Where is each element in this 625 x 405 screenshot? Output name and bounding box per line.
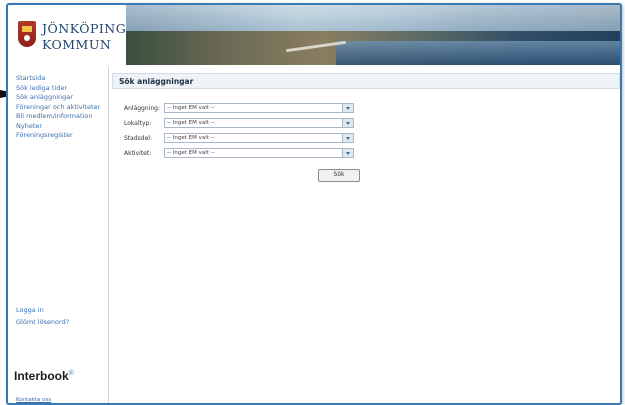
sidebar-item-lediga-tider[interactable]: Sök lediga tider [16,84,104,93]
sidebar: Startsida Sök lediga tider Sök anläggnin… [8,67,109,403]
chevron-down-icon[interactable] [342,119,353,127]
stadsdel-value: -- Inget EM valt -- [167,135,215,141]
interbook-logo: Interbook® [14,369,74,383]
lokaltyp-select[interactable]: -- Inget EM valt -- [164,118,354,128]
logo-text-line2: KOMMUN [42,37,112,52]
login-links: Logga in Glömt lösenord? [8,306,104,330]
brand-registered-mark: ® [68,370,74,377]
coat-of-arms-icon [18,21,36,47]
app-window: JÖNKÖPINGS KOMMUN Startsida Sök lediga t… [6,3,622,405]
search-button[interactable]: Sök [318,169,360,182]
sidebar-item-medlem[interactable]: Bli medlem/information [16,112,104,121]
city-banner-image [126,5,620,65]
logo-text-line1: JÖNKÖPINGS [42,21,136,36]
aktivitet-label: Aktivitet: [124,150,152,157]
forgot-password-link[interactable]: Glömt lösenord? [16,318,104,327]
sidebar-item-foreningsregister[interactable]: Föreningsregister [16,131,104,140]
sidebar-item-nyheter[interactable]: Nyheter [16,122,104,131]
chevron-down-icon[interactable] [342,134,353,142]
chevron-down-icon[interactable] [342,104,353,112]
stadsdel-label: Stadsdel: [124,135,152,142]
page-title: Sök anläggningar [119,77,194,86]
sidebar-item-anlaggningar[interactable]: Sök anläggningar [16,93,104,102]
sidebar-item-startsida[interactable]: Startsida [16,74,104,83]
lokaltyp-value: -- Inget EM valt -- [167,120,215,126]
login-link[interactable]: Logga in [16,306,104,315]
brand-text: Interbook [14,369,69,383]
aktivitet-select[interactable]: -- Inget EM valt -- [164,148,354,158]
contact-link[interactable]: Kontakta oss [16,397,51,403]
anlaggning-select[interactable]: -- Inget EM valt -- [164,103,354,113]
sidebar-nav: Startsida Sök lediga tider Sök anläggnin… [8,74,104,142]
chevron-down-icon[interactable] [342,149,353,157]
aktivitet-value: -- Inget EM valt -- [167,150,215,156]
lokaltyp-label: Lokaltyp: [124,120,152,127]
anlaggning-label: Anläggning: [124,105,160,112]
main-content: Sök anläggningar Anläggning: -- Inget EM… [112,73,620,393]
stadsdel-select[interactable]: -- Inget EM valt -- [164,133,354,143]
page-title-bar: Sök anläggningar [112,73,620,89]
municipality-logo[interactable]: JÖNKÖPINGS KOMMUN [18,15,135,55]
anlaggning-value: -- Inget EM valt -- [167,105,215,111]
sidebar-item-foreningar[interactable]: Föreningar och aktiviteter [16,103,104,112]
